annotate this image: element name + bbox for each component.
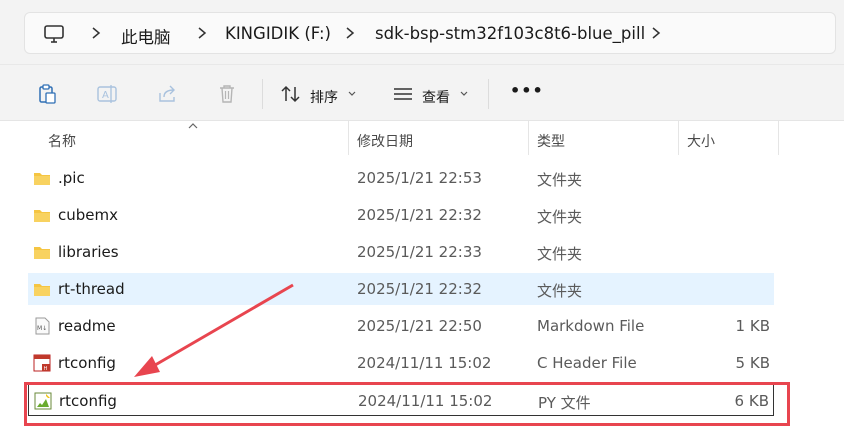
file-type: 文件夹	[537, 208, 583, 226]
file-row[interactable]: cubemx 2025/1/21 22:32 文件夹	[28, 199, 774, 231]
file-name: .pic	[58, 169, 85, 187]
svg-text:H: H	[44, 366, 48, 372]
rename-icon[interactable]: A	[96, 83, 118, 105]
column-divider[interactable]	[778, 121, 779, 155]
file-type: PY 文件	[538, 394, 591, 412]
address-bar[interactable]: 此电脑 KINGIDIK (F:) sdk-bsp-stm32f103c8t6-…	[24, 12, 836, 54]
svg-text:M↓: M↓	[37, 325, 47, 332]
column-header-name[interactable]: 名称	[48, 131, 76, 151]
file-name: rtconfig	[59, 392, 117, 410]
file-row-selected[interactable]: rt-thread 2025/1/21 22:32 文件夹	[28, 273, 774, 305]
folder-icon	[34, 173, 50, 185]
file-size: 6 KB	[734, 392, 769, 410]
file-size: 1 KB	[735, 317, 770, 335]
file-type: 文件夹	[537, 171, 583, 189]
file-row[interactable]: M↓ readme 2025/1/21 22:50 Markdown File …	[28, 310, 774, 342]
folder-icon	[34, 210, 50, 222]
file-date: 2024/11/11 15:02	[358, 392, 493, 410]
chevron-down-icon[interactable]	[348, 91, 356, 97]
toolbar-divider	[488, 79, 489, 109]
file-date: 2024/11/11 15:02	[357, 354, 492, 372]
file-date: 2025/1/21 22:33	[357, 243, 482, 261]
sort-button[interactable]: 排序	[310, 87, 338, 107]
file-row-focused[interactable]: rtconfig 2024/11/11 15:02 PY 文件 6 KB	[28, 384, 774, 416]
column-divider[interactable]	[348, 121, 349, 155]
svg-text:A: A	[102, 90, 109, 101]
chevron-right-icon[interactable]	[343, 26, 357, 40]
column-header-type[interactable]: 类型	[537, 131, 565, 151]
command-bar: A 排序 查看 •••	[0, 64, 844, 121]
file-row[interactable]: .pic 2025/1/21 22:53 文件夹	[28, 162, 774, 194]
chevron-right-icon[interactable]	[195, 26, 209, 40]
folder-icon	[34, 247, 50, 259]
sort-icon[interactable]	[280, 83, 302, 105]
view-button[interactable]: 查看	[422, 87, 450, 107]
chevron-down-icon[interactable]	[460, 91, 468, 97]
file-row[interactable]: H rtconfig 2024/11/11 15:02 C Header Fil…	[28, 347, 774, 379]
python-file-icon	[34, 392, 52, 410]
file-row[interactable]: libraries 2025/1/21 22:33 文件夹	[28, 236, 774, 268]
markdown-file-icon: M↓	[35, 317, 50, 335]
file-date: 2025/1/21 22:50	[357, 317, 482, 335]
column-header-date[interactable]: 修改日期	[357, 131, 413, 151]
chevron-right-icon[interactable]	[89, 26, 103, 40]
this-pc-icon[interactable]	[43, 24, 65, 44]
c-header-file-icon: H	[33, 354, 51, 372]
file-name: libraries	[58, 243, 119, 261]
file-date: 2025/1/21 22:53	[357, 169, 482, 187]
breadcrumb-this-pc[interactable]: 此电脑	[121, 24, 171, 48]
file-name: cubemx	[58, 206, 118, 224]
view-icon[interactable]	[392, 83, 414, 105]
share-icon[interactable]	[156, 83, 178, 105]
file-name: rtconfig	[58, 354, 116, 372]
toolbar-divider	[262, 79, 263, 109]
delete-icon[interactable]	[216, 83, 238, 105]
file-size: 5 KB	[735, 354, 770, 372]
file-name: readme	[58, 317, 116, 335]
paste-icon[interactable]	[36, 83, 58, 105]
sort-ascending-icon	[188, 123, 198, 129]
file-name: rt-thread	[58, 280, 125, 298]
chevron-right-icon[interactable]	[649, 26, 663, 40]
file-date: 2025/1/21 22:32	[357, 280, 482, 298]
breadcrumb-folder[interactable]: sdk-bsp-stm32f103c8t6-blue_pill	[375, 24, 645, 43]
file-type: Markdown File	[537, 317, 645, 335]
column-divider[interactable]	[528, 121, 529, 155]
file-type: 文件夹	[537, 245, 583, 263]
column-header-size[interactable]: 大小	[687, 131, 715, 151]
file-type: 文件夹	[537, 282, 583, 300]
column-divider[interactable]	[678, 121, 679, 155]
file-type: C Header File	[537, 354, 637, 372]
folder-icon	[34, 284, 50, 296]
file-date: 2025/1/21 22:32	[357, 206, 482, 224]
more-options-button[interactable]: •••	[510, 81, 544, 100]
breadcrumb-drive[interactable]: KINGIDIK (F:)	[225, 24, 331, 43]
